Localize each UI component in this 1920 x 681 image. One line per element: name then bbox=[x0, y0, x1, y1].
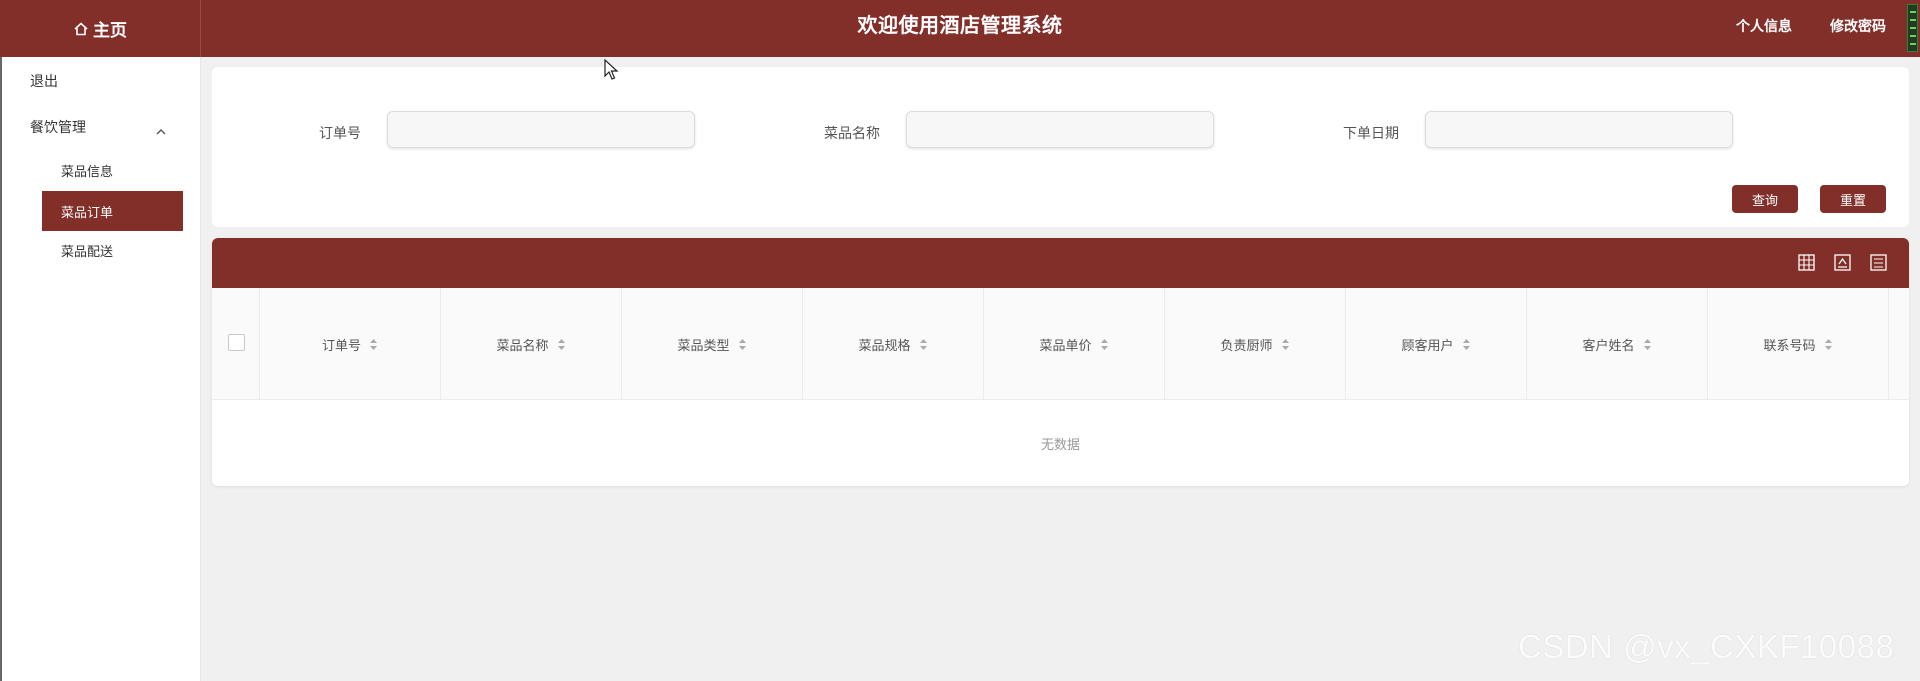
column-header[interactable]: 菜品规格 bbox=[803, 288, 984, 400]
column-header[interactable]: 负责厨师 bbox=[1165, 288, 1346, 400]
sort-icon[interactable] bbox=[919, 338, 928, 351]
sidebar-item-dish-delivery[interactable]: 菜品配送 bbox=[42, 230, 183, 270]
column-header[interactable]: 顾客用户 bbox=[1346, 288, 1527, 400]
columns-icon[interactable] bbox=[1798, 254, 1815, 271]
home-icon bbox=[74, 21, 88, 35]
select-all-cell bbox=[212, 288, 260, 400]
sort-icon[interactable] bbox=[1100, 338, 1109, 351]
empty-state-text: 无数据 bbox=[1040, 438, 1080, 453]
column-header-label: 负责厨师 bbox=[1220, 338, 1273, 354]
order-date-input[interactable] bbox=[1425, 111, 1733, 148]
sort-icon[interactable] bbox=[1462, 338, 1471, 351]
column-header-label: 菜品单价 bbox=[1039, 338, 1092, 354]
system-title: 欢迎使用酒店管理系统 bbox=[857, 13, 1063, 37]
sidebar-item-label: 菜品订单 bbox=[61, 205, 114, 221]
column-header-label: 菜品类型 bbox=[677, 338, 730, 354]
top-header: 主页 欢迎使用酒店管理系统 个人信息 修改密码 bbox=[0, 0, 1920, 57]
sort-icon[interactable] bbox=[369, 338, 378, 351]
column-header-label: 联系号码 bbox=[1763, 338, 1816, 354]
order-no-label: 订单号 bbox=[319, 126, 361, 142]
sort-icon[interactable] bbox=[1281, 338, 1290, 351]
sort-icon[interactable] bbox=[1824, 338, 1833, 351]
orders-table-panel: 订单号 菜品名称 菜品类型 菜品规格 菜品单价 负责厨师 顾客用户 客户姓名 联… bbox=[212, 238, 1909, 486]
column-header[interactable]: 客户姓名 bbox=[1527, 288, 1708, 400]
sidebar-item-label: 菜品配送 bbox=[61, 244, 114, 260]
column-header[interactable]: 菜品名称 bbox=[441, 288, 622, 400]
order-no-input[interactable] bbox=[387, 111, 695, 148]
dish-name-label: 菜品名称 bbox=[824, 126, 880, 142]
table-toolbar bbox=[212, 238, 1909, 288]
column-header[interactable]: 联系号码 bbox=[1708, 288, 1889, 400]
column-header-label: 菜品名称 bbox=[496, 338, 549, 354]
home-label: 主页 bbox=[93, 21, 127, 41]
sidebar-item-logout[interactable]: 退出 bbox=[30, 71, 58, 91]
sidebar-group-catering[interactable]: 餐饮管理 bbox=[30, 117, 86, 137]
column-header[interactable]: 订单号 bbox=[260, 288, 441, 400]
sidebar-item-dish-info[interactable]: 菜品信息 bbox=[42, 150, 183, 190]
sort-icon[interactable] bbox=[1643, 338, 1652, 351]
export-icon[interactable] bbox=[1834, 254, 1851, 271]
column-header-label: 顾客用户 bbox=[1401, 338, 1454, 354]
profile-link[interactable]: 个人信息 bbox=[1736, 16, 1792, 36]
table-header: 订单号 菜品名称 菜品类型 菜品规格 菜品单价 负责厨师 顾客用户 客户姓名 联… bbox=[212, 288, 1909, 400]
dish-name-input[interactable] bbox=[906, 111, 1214, 148]
query-button[interactable]: 查询 bbox=[1732, 185, 1798, 213]
column-header-label: 客户姓名 bbox=[1582, 338, 1635, 354]
sidebar-item-dish-orders[interactable]: 菜品订单 bbox=[42, 191, 183, 231]
home-link[interactable]: 主页 bbox=[0, 0, 201, 57]
reset-button[interactable]: 重置 bbox=[1820, 185, 1886, 213]
column-header[interactable]: 菜品单价 bbox=[984, 288, 1165, 400]
column-header-label: 菜品规格 bbox=[858, 338, 911, 354]
watermark-text: CSDN @vx_CXKF10088 bbox=[1518, 628, 1895, 665]
search-panel: 订单号 菜品名称 下单日期 查询 重置 bbox=[212, 67, 1909, 227]
select-all-checkbox[interactable] bbox=[228, 334, 245, 351]
window-grip-icon bbox=[1907, 4, 1918, 52]
sort-icon[interactable] bbox=[557, 338, 566, 351]
change-password-link[interactable]: 修改密码 bbox=[1830, 16, 1886, 36]
sidebar: 退出 餐饮管理 菜品信息 菜品订单 菜品配送 bbox=[0, 57, 201, 681]
chevron-up-icon[interactable] bbox=[154, 125, 168, 139]
mouse-cursor-icon bbox=[604, 59, 619, 80]
print-icon[interactable] bbox=[1870, 254, 1887, 271]
sidebar-item-label: 菜品信息 bbox=[61, 164, 114, 180]
column-header[interactable]: 菜品类型 bbox=[622, 288, 803, 400]
order-date-label: 下单日期 bbox=[1343, 126, 1399, 142]
sort-icon[interactable] bbox=[738, 338, 747, 351]
column-header-label: 订单号 bbox=[321, 338, 361, 354]
